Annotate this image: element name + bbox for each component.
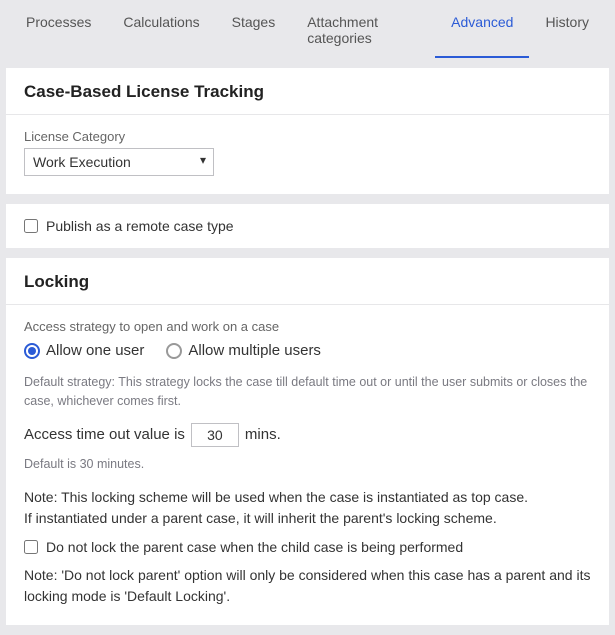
access-strategy-radio-group: Allow one user Allow multiple users <box>24 342 591 359</box>
locking-note-line2: If instantiated under a parent case, it … <box>24 508 591 529</box>
tab-history[interactable]: History <box>529 8 605 58</box>
access-strategy-label: Access strategy to open and work on a ca… <box>24 319 591 334</box>
license-category-select-wrap: Work Execution <box>24 148 214 176</box>
timeout-suffix: mins. <box>245 426 281 443</box>
do-not-lock-parent-checkbox[interactable] <box>24 540 38 554</box>
radio-allow-one-user[interactable]: Allow one user <box>24 342 144 359</box>
radio-allow-multiple-users[interactable]: Allow multiple users <box>166 342 321 359</box>
radio-icon <box>166 343 182 359</box>
radio-icon <box>24 343 40 359</box>
timeout-row: Access time out value is mins. <box>24 423 591 447</box>
locking-panel: Locking Access strategy to open and work… <box>6 258 609 625</box>
tab-calculations[interactable]: Calculations <box>107 8 215 58</box>
radio-allow-multiple-users-label: Allow multiple users <box>188 342 321 359</box>
radio-allow-one-user-label: Allow one user <box>46 342 144 359</box>
license-category-select[interactable]: Work Execution <box>24 148 214 176</box>
do-not-lock-parent-label: Do not lock the parent case when the chi… <box>46 539 463 555</box>
tab-processes[interactable]: Processes <box>10 8 107 58</box>
publish-remote-checkbox[interactable] <box>24 219 38 233</box>
tab-advanced[interactable]: Advanced <box>435 8 529 58</box>
timeout-input[interactable] <box>191 423 239 447</box>
tab-stages[interactable]: Stages <box>216 8 292 58</box>
tracking-panel: Case-Based License Tracking License Cate… <box>6 68 609 194</box>
tab-bar: Processes Calculations Stages Attachment… <box>0 0 615 58</box>
remote-panel: Publish as a remote case type <box>6 204 609 248</box>
tracking-title: Case-Based License Tracking <box>6 82 609 115</box>
publish-remote-row[interactable]: Publish as a remote case type <box>24 218 591 234</box>
locking-note: Note: This locking scheme will be used w… <box>24 487 591 529</box>
default-strategy-hint: Default strategy: This strategy locks th… <box>24 373 591 411</box>
lock-parent-note: Note: 'Do not lock parent' option will o… <box>24 565 591 607</box>
timeout-prefix: Access time out value is <box>24 426 185 443</box>
locking-title: Locking <box>6 272 609 305</box>
publish-remote-label: Publish as a remote case type <box>46 218 234 234</box>
license-category-label: License Category <box>24 129 591 144</box>
tab-attachment-categories[interactable]: Attachment categories <box>291 8 435 58</box>
locking-note-line1: Note: This locking scheme will be used w… <box>24 487 591 508</box>
do-not-lock-parent-row[interactable]: Do not lock the parent case when the chi… <box>24 539 591 555</box>
default-timeout-hint: Default is 30 minutes. <box>24 455 591 474</box>
